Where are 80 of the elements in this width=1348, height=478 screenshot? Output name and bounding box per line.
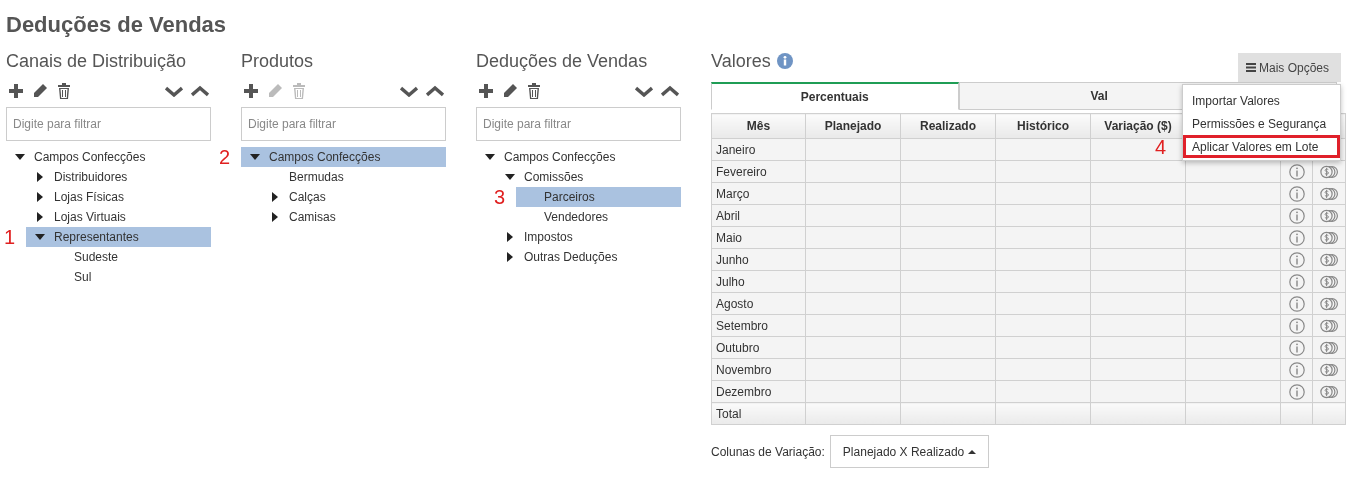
coins-icon[interactable] (1320, 318, 1338, 333)
callout-number: 1 (4, 226, 16, 248)
month-cell: Setembro (711, 314, 806, 337)
info-icon[interactable] (1288, 295, 1305, 312)
column-header: Planejado (805, 113, 901, 139)
variation-label: Colunas de Variação: (711, 444, 825, 459)
month-cell: Março (711, 182, 806, 205)
callout-number: 3 (494, 186, 506, 208)
coins-icon[interactable] (1320, 274, 1338, 289)
month-cell: Janeiro (711, 138, 806, 161)
panel-title: Canais de Distribuição (6, 50, 188, 73)
caret-icon (968, 449, 977, 454)
info-icon[interactable] (1288, 163, 1305, 180)
tree-item[interactable]: Parceiros (516, 187, 681, 207)
more-options-button[interactable]: Mais Opções (1237, 53, 1341, 82)
tree-item[interactable]: Distribuidores (26, 167, 211, 187)
coins-icon[interactable] (1320, 164, 1338, 179)
column-header: Realizado (900, 113, 996, 139)
month-cell: Outubro (711, 336, 806, 359)
tree-item[interactable]: Bermudas (261, 167, 446, 187)
tree-item[interactable]: Outras Deduções (496, 247, 681, 267)
callout-number: 2 (219, 146, 231, 168)
tree-item[interactable]: Impostos (496, 227, 681, 247)
page-title: Deduções de Vendas (6, 12, 228, 38)
menu-item[interactable]: Permissões e Segurança (1183, 112, 1340, 135)
month-cell: Julho (711, 270, 806, 293)
month-cell: Agosto (711, 292, 806, 315)
info-icon[interactable] (1288, 383, 1305, 400)
tree-item[interactable]: Representantes (26, 227, 211, 247)
menu-item[interactable]: Importar Valores (1183, 89, 1340, 112)
column-header: Mês (711, 113, 806, 139)
add-button[interactable] (476, 81, 496, 101)
total-cell: Total (711, 402, 806, 425)
info-icon[interactable] (1288, 273, 1305, 290)
month-cell: Fevereiro (711, 160, 806, 183)
coins-icon[interactable] (1320, 208, 1338, 223)
info-icon[interactable] (1288, 317, 1305, 334)
coins-icon[interactable] (1320, 252, 1338, 267)
coins-icon[interactable] (1320, 384, 1338, 399)
tree-item[interactable]: Campos Confecções (241, 147, 446, 167)
coins-icon[interactable] (1320, 230, 1338, 245)
info-icon[interactable] (1288, 207, 1305, 224)
tree-item[interactable]: Campos Confecções (476, 147, 681, 167)
coins-icon[interactable] (1320, 296, 1338, 311)
filter-field[interactable]: Digite para filtrar (6, 107, 211, 141)
tree-item[interactable]: Sul (46, 267, 211, 287)
add-button[interactable] (241, 81, 261, 101)
info-icon[interactable] (1288, 361, 1305, 378)
coins-icon[interactable] (1320, 186, 1338, 201)
add-button[interactable] (6, 81, 26, 101)
panel-title: Produtos (241, 50, 315, 73)
info-icon[interactable] (1288, 339, 1305, 356)
tree-item[interactable]: Camisas (261, 207, 446, 227)
filter-field[interactable]: Digite para filtrar (476, 107, 681, 141)
menu-item[interactable]: Aplicar Valores em Lote (1183, 135, 1340, 158)
coins-icon[interactable] (1320, 340, 1338, 355)
coins-icon[interactable] (1320, 362, 1338, 377)
info-icon[interactable] (1288, 251, 1305, 268)
info-icon[interactable] (1288, 185, 1305, 202)
variation-dropdown[interactable]: Planejado X Realizado (829, 435, 990, 468)
tab[interactable]: Percentuais (711, 82, 959, 110)
menu-icon (1245, 63, 1256, 72)
panel-title: Valores (711, 50, 771, 73)
info-icon[interactable] (1288, 229, 1305, 246)
filter-field[interactable]: Digite para filtrar (241, 107, 446, 141)
info-icon[interactable] (776, 53, 793, 69)
tree-item[interactable]: Lojas Físicas (26, 187, 211, 207)
tree-item[interactable]: Campos Confecções (6, 147, 211, 167)
month-cell: Junho (711, 248, 806, 271)
tree-item[interactable]: Sudeste (46, 247, 211, 267)
tree-item[interactable]: Comissões (496, 167, 681, 187)
panel-title: Deduções de Vendas (476, 50, 649, 73)
month-cell: Dezembro (711, 380, 806, 403)
tree-item[interactable]: Vendedores (516, 207, 681, 227)
column-header: Histórico (995, 113, 1091, 139)
tree-item[interactable]: Lojas Virtuais (26, 207, 211, 227)
month-cell: Abril (711, 204, 806, 227)
month-cell: Maio (711, 226, 806, 249)
month-cell: Novembro (711, 358, 806, 381)
tree-item[interactable]: Calças (261, 187, 446, 207)
